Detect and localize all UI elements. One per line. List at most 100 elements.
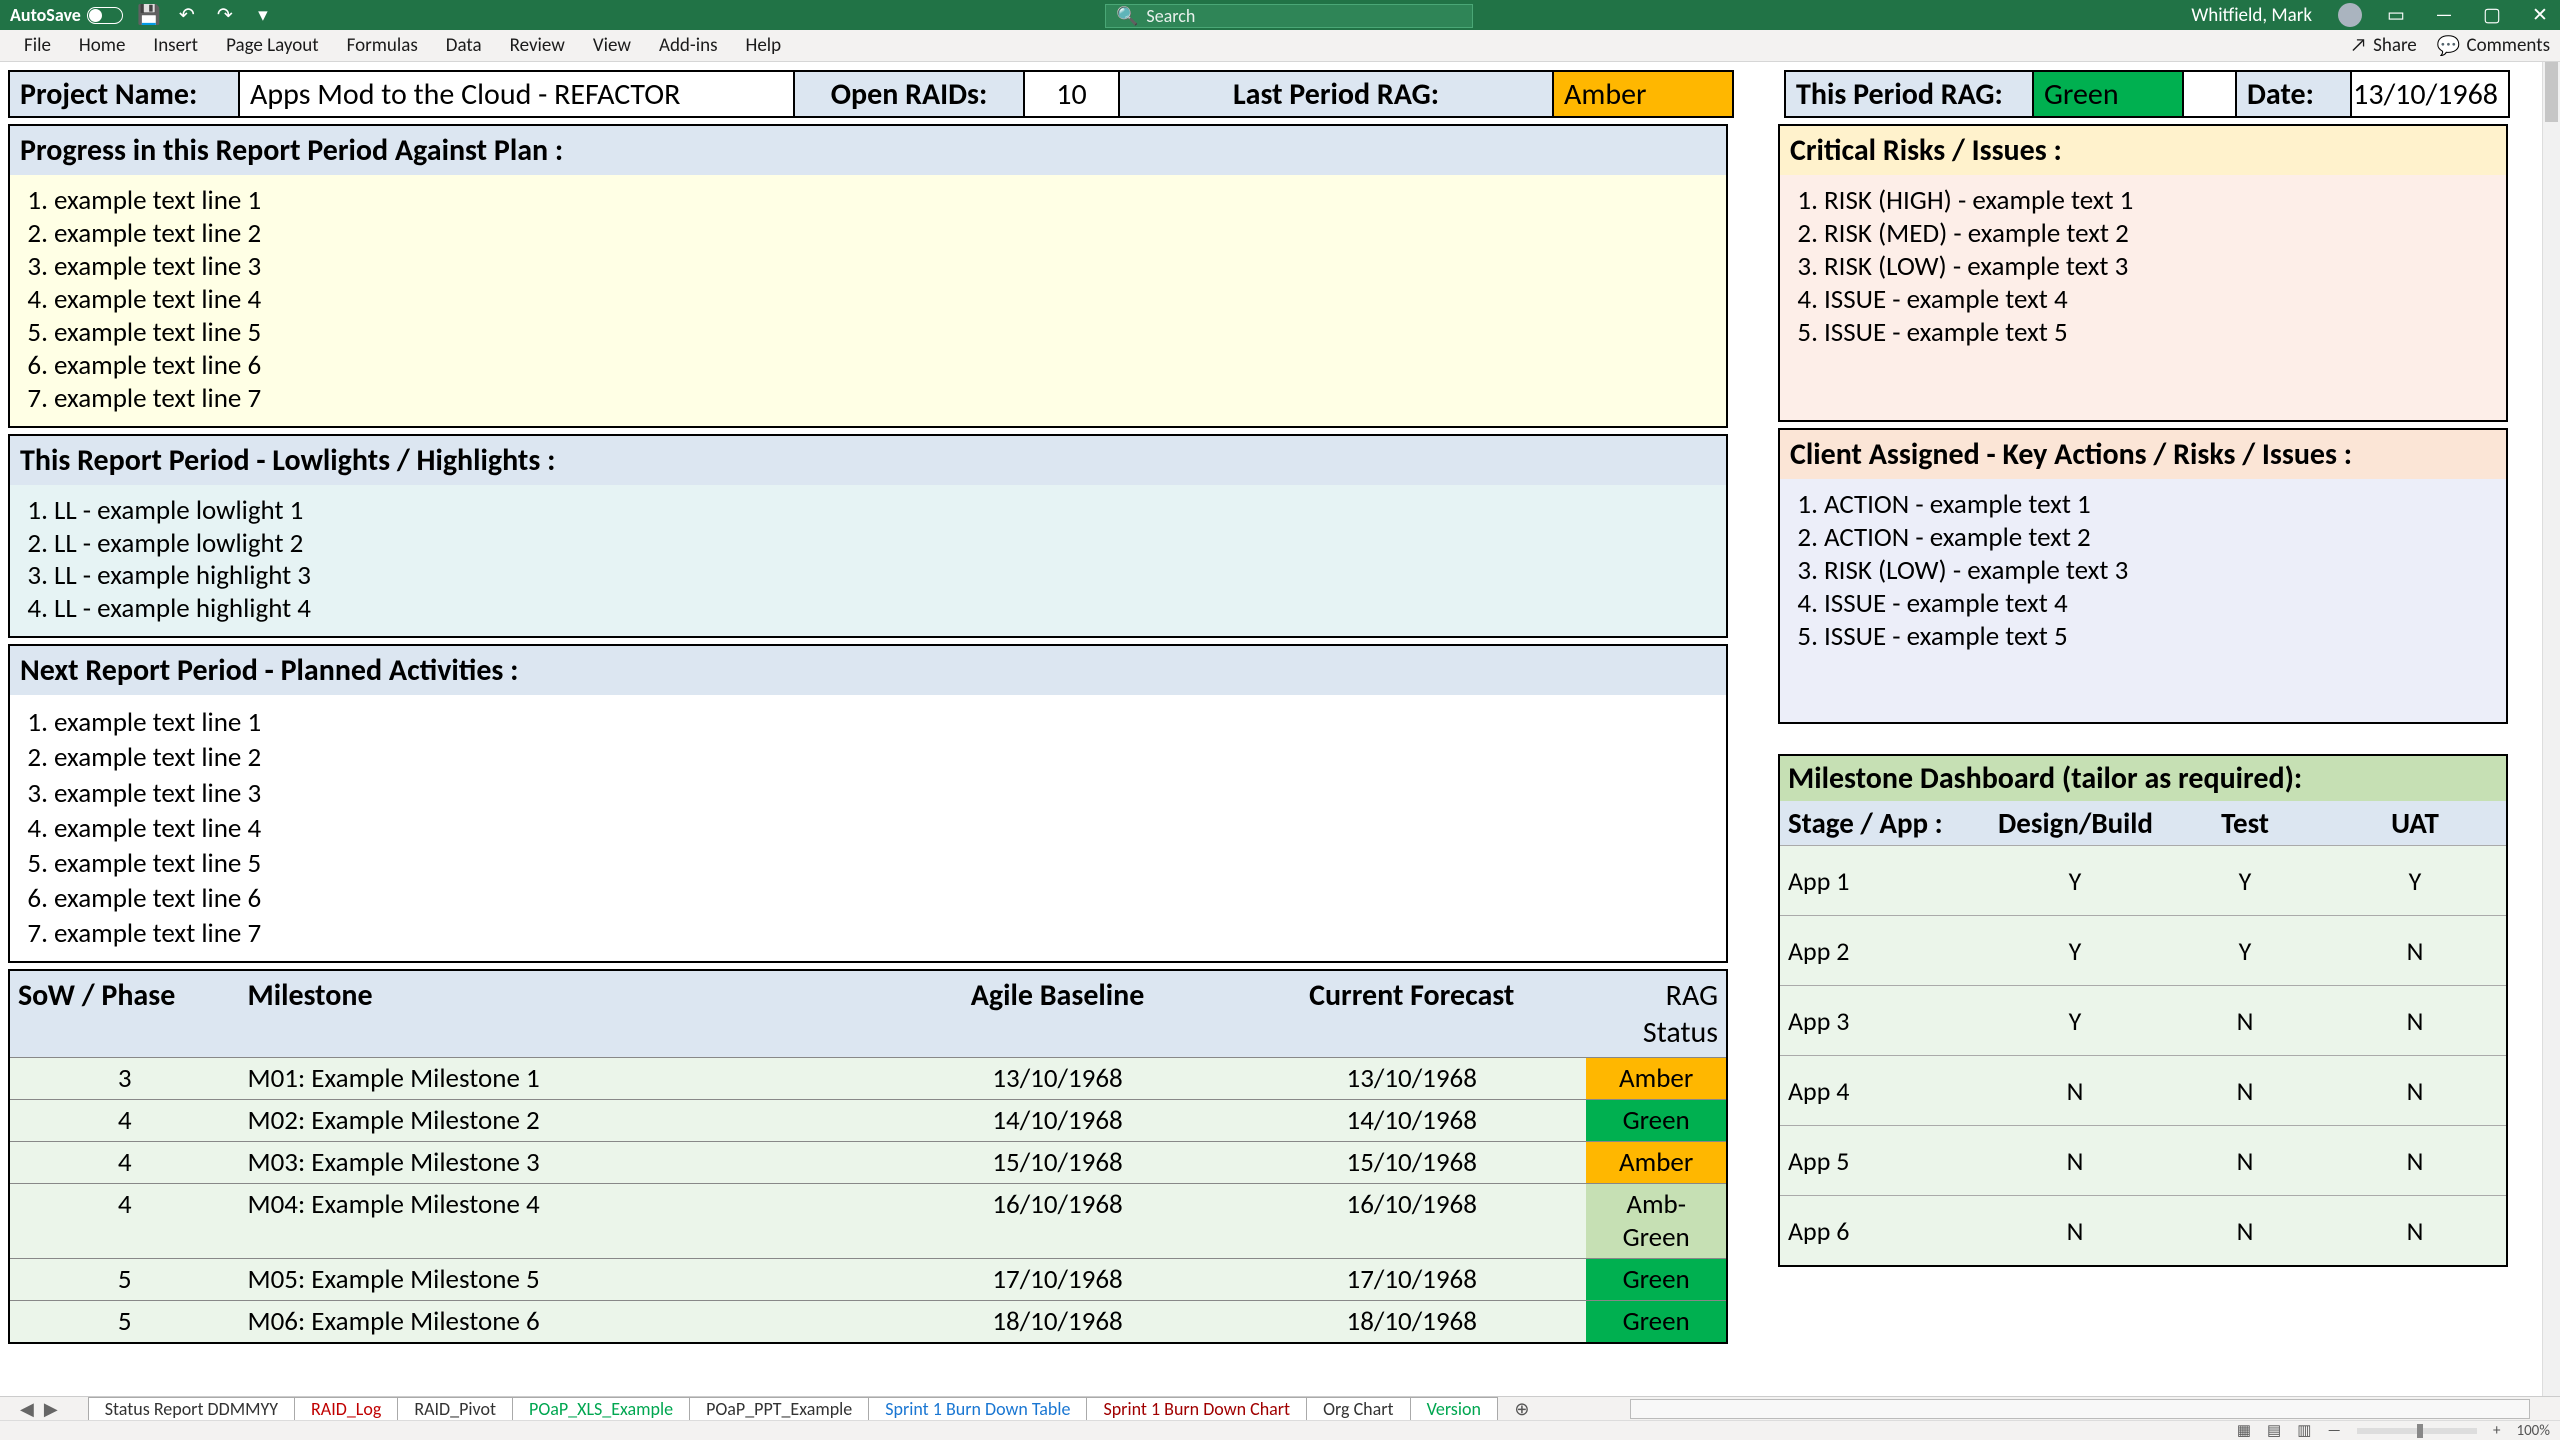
search-icon: 🔍 <box>1116 5 1138 27</box>
dashboard-row[interactable]: App 4NNN <box>1780 1055 2506 1125</box>
zoom-slider[interactable] <box>2357 1428 2477 1434</box>
dash-val: Y <box>1990 931 2160 971</box>
autosave-toggle[interactable]: AutoSave <box>10 4 123 26</box>
cell-sow: 4 <box>10 1142 239 1183</box>
dash-val: N <box>2330 1141 2500 1181</box>
col-milestone: Milestone <box>239 971 877 1057</box>
milestone-row[interactable]: 3M01: Example Milestone 113/10/196813/10… <box>10 1057 1726 1099</box>
cell-forecast: 16/10/1968 <box>1237 1184 1586 1258</box>
user-avatar-icon[interactable] <box>2338 3 2362 27</box>
risk-item: ISSUE - example text 4 <box>1824 284 2490 317</box>
ribbon-tab-add-ins[interactable]: Add-ins <box>645 34 732 57</box>
date-value[interactable]: 13/10/1968 <box>2352 70 2510 118</box>
add-sheet-button[interactable]: ⊕ <box>1507 1398 1537 1420</box>
ribbon-tab-home[interactable]: Home <box>65 34 140 57</box>
progress-body[interactable]: example text line 1example text line 2ex… <box>10 175 1726 426</box>
ribbon-tab-view[interactable]: View <box>579 34 645 57</box>
last-rag-value[interactable]: Amber <box>1554 70 1734 118</box>
tab-nav-prev-icon[interactable]: ◀ <box>20 1398 34 1420</box>
horizontal-scrollbar[interactable] <box>1630 1399 2530 1419</box>
sheet-tab-poap-xls-example[interactable]: POaP_XLS_Example <box>512 1397 690 1421</box>
lowhigh-body[interactable]: LL - example lowlight 1LL - example lowl… <box>10 485 1726 637</box>
sheet-tab-raid-log[interactable]: RAID_Log <box>294 1397 398 1421</box>
zoom-out-icon[interactable]: — <box>2327 1422 2341 1440</box>
maximize-icon[interactable]: ▢ <box>2478 5 2506 25</box>
sheet-tab-sprint-1-burn-down-table[interactable]: Sprint 1 Burn Down Table <box>868 1397 1087 1421</box>
ribbon-tab-page-layout[interactable]: Page Layout <box>212 34 333 57</box>
cell-baseline: 17/10/1968 <box>878 1259 1237 1300</box>
planned-panel: Next Report Period - Planned Activities … <box>8 644 1728 963</box>
sheet-tab-sprint-1-burn-down-chart[interactable]: Sprint 1 Burn Down Chart <box>1086 1397 1307 1421</box>
this-rag-value[interactable]: Green <box>2034 70 2184 118</box>
sheet-tab-status-report-ddmmyy[interactable]: Status Report DDMMYY <box>88 1397 295 1421</box>
ribbon-mode-icon[interactable]: ▭ <box>2382 5 2410 25</box>
ribbon-tab-help[interactable]: Help <box>732 34 796 57</box>
zoom-in-icon[interactable]: + <box>2493 1422 2500 1440</box>
cell-milestone: M01: Example Milestone 1 <box>239 1058 877 1099</box>
cell-rag: Amber <box>1586 1058 1726 1099</box>
project-name-value[interactable]: Apps Mod to the Cloud - REFACTOR <box>240 70 795 118</box>
dash-app: App 3 <box>1780 1001 1990 1041</box>
ribbon-tab-file[interactable]: File <box>10 34 65 57</box>
risk-item: RISK (MED) - example text 2 <box>1824 218 2490 251</box>
sheet-tab-version[interactable]: Version <box>1410 1397 1498 1421</box>
dashboard-row[interactable]: App 6NNN <box>1780 1195 2506 1265</box>
ribbon-tab-data[interactable]: Data <box>432 34 496 57</box>
progress-item: example text line 4 <box>54 284 1710 317</box>
milestone-row[interactable]: 5M06: Example Milestone 618/10/196818/10… <box>10 1300 1726 1342</box>
zoom-level[interactable]: 100% <box>2516 1422 2550 1440</box>
planned-body[interactable]: example text line 1example text line 2ex… <box>10 695 1726 961</box>
share-button[interactable]: ↗ Share <box>2350 34 2416 58</box>
qat-customize-icon[interactable]: ▾ <box>251 3 275 27</box>
undo-icon[interactable]: ↶ <box>175 3 199 27</box>
vertical-scrollbar[interactable] <box>2542 62 2560 1396</box>
save-icon[interactable]: 💾 <box>137 3 161 27</box>
dash-app: App 2 <box>1780 931 1990 971</box>
dash-val: Y <box>2160 931 2330 971</box>
dashboard-row[interactable]: App 3YNN <box>1780 985 2506 1055</box>
tab-nav-next-icon[interactable]: ▶ <box>44 1398 58 1420</box>
open-raids-value[interactable]: 10 <box>1025 70 1120 118</box>
milestone-row[interactable]: 4M04: Example Milestone 416/10/196816/10… <box>10 1183 1726 1258</box>
milestone-row[interactable]: 4M02: Example Milestone 214/10/196814/10… <box>10 1099 1726 1141</box>
risks-body[interactable]: RISK (HIGH) - example text 1RISK (MED) -… <box>1780 175 2506 420</box>
milestone-dashboard: Milestone Dashboard (tailor as required)… <box>1778 754 2508 1267</box>
ribbon-tab-review[interactable]: Review <box>496 34 579 57</box>
ribbon-tab-formulas[interactable]: Formulas <box>333 34 432 57</box>
risks-panel: Critical Risks / Issues : RISK (HIGH) - … <box>1778 124 2508 422</box>
col-baseline: Agile Baseline <box>878 971 1237 1057</box>
view-pagebreak-icon[interactable]: ▥ <box>2297 1421 2311 1440</box>
comments-button[interactable]: 💬 Comments <box>2437 34 2550 58</box>
client-item: ISSUE - example text 5 <box>1824 621 2490 654</box>
dash-val: N <box>2160 1071 2330 1111</box>
dashboard-row[interactable]: App 1YYY <box>1780 845 2506 915</box>
minimize-icon[interactable]: — <box>2430 5 2458 25</box>
sheet-tab-raid-pivot[interactable]: RAID_Pivot <box>397 1397 513 1421</box>
comments-icon: 💬 <box>2437 34 2461 58</box>
milestone-row[interactable]: 5M05: Example Milestone 517/10/196817/10… <box>10 1258 1726 1300</box>
redo-icon[interactable]: ↷ <box>213 3 237 27</box>
ribbon: FileHomeInsertPage LayoutFormulasDataRev… <box>0 30 2560 62</box>
client-body[interactable]: ACTION - example text 1ACTION - example … <box>1780 479 2506 722</box>
view-pagelayout-icon[interactable]: ▤ <box>2267 1421 2281 1440</box>
client-item: ACTION - example text 1 <box>1824 489 2490 522</box>
dashboard-row[interactable]: App 2YYN <box>1780 915 2506 985</box>
planned-item: example text line 2 <box>54 740 1710 775</box>
dash-val: N <box>2330 1211 2500 1251</box>
cell-forecast: 17/10/1968 <box>1237 1259 1586 1300</box>
lowhigh-item: LL - example highlight 3 <box>54 560 1710 593</box>
cell-forecast: 18/10/1968 <box>1237 1301 1586 1342</box>
sheet-tab-org-chart[interactable]: Org Chart <box>1306 1397 1410 1421</box>
cell-baseline: 14/10/1968 <box>878 1100 1237 1141</box>
close-icon[interactable]: ✕ <box>2526 5 2554 25</box>
dashboard-row[interactable]: App 5NNN <box>1780 1125 2506 1195</box>
user-name[interactable]: Whitfield, Mark <box>2191 4 2312 27</box>
worksheet[interactable]: Project Name: Apps Mod to the Cloud - RE… <box>0 62 2560 1396</box>
view-normal-icon[interactable]: ▦ <box>2237 1421 2251 1440</box>
search-box[interactable]: 🔍 Search <box>1105 4 1473 28</box>
milestone-row[interactable]: 4M03: Example Milestone 315/10/196815/10… <box>10 1141 1726 1183</box>
ribbon-tab-insert[interactable]: Insert <box>139 34 212 57</box>
sheet-tab-poap-ppt-example[interactable]: POaP_PPT_Example <box>689 1397 869 1421</box>
cell-sow: 4 <box>10 1100 239 1141</box>
dash-val: N <box>2160 1211 2330 1251</box>
